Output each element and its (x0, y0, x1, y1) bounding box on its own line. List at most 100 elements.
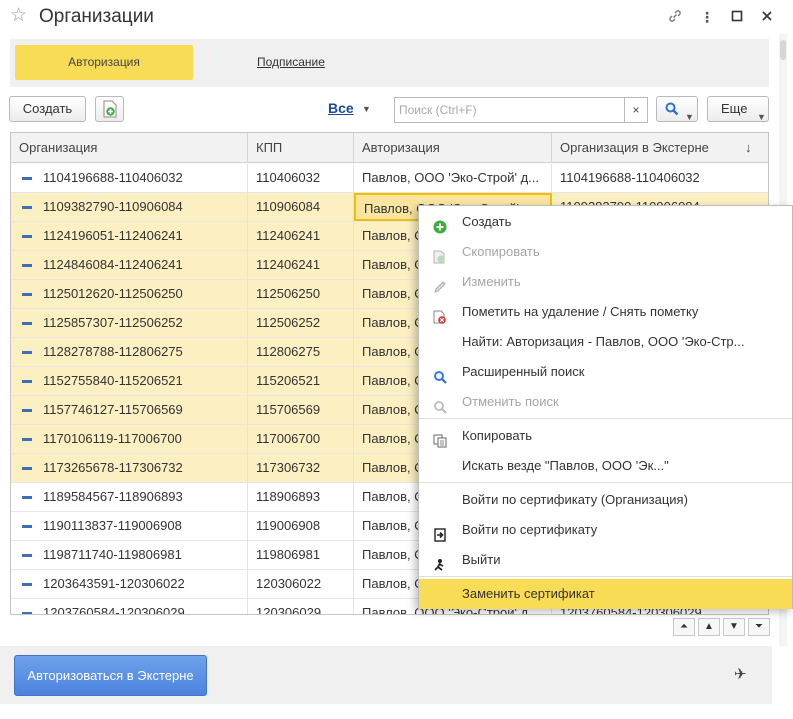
footer-bar: Авторизоваться в Экстерне ✈ (0, 646, 772, 704)
tab-signing[interactable]: Подписание (257, 45, 325, 80)
copy-doc-icon (433, 245, 447, 264)
cell-organization[interactable]: 1157746127-115706569 (11, 396, 248, 424)
cell-kpp[interactable]: 119006908 (248, 512, 354, 540)
cell-kpp[interactable]: 112406241 (248, 222, 354, 250)
cell-organization[interactable]: 1152755840-115206521 (11, 367, 248, 395)
scroll-down-button[interactable]: ▼ (723, 618, 745, 636)
login-icon (433, 523, 447, 542)
scroll-first-button[interactable]: ⏶ (673, 618, 695, 636)
cell-organization[interactable]: 1189584567-118906893 (11, 483, 248, 511)
context-menu-item[interactable]: Создать (419, 207, 792, 237)
cell-kpp[interactable]: 120306022 (248, 570, 354, 598)
context-menu-item-label: Расширенный поиск (462, 364, 585, 379)
cell-kpp[interactable]: 112506250 (248, 280, 354, 308)
cell-organization-text: 1124846084-112406241 (43, 257, 183, 272)
filter-all-link[interactable]: Все (328, 100, 354, 116)
cell-kpp[interactable]: 117306732 (248, 454, 354, 482)
cell-organization-text: 1203643591-120306022 (43, 576, 185, 591)
table-row[interactable]: 1104196688-110406032 110406032 Павлов, ООО… (11, 164, 768, 193)
context-menu-item-label: Отменить поиск (462, 394, 559, 409)
cell-kpp[interactable]: 112406241 (248, 251, 354, 279)
authorize-extern-button[interactable]: Авторизоваться в Экстерне (14, 655, 207, 696)
cell-kpp[interactable]: 110906084 (248, 193, 354, 221)
context-menu-item[interactable]: Пометить на удаление / Снять пометку (419, 297, 792, 327)
cell-organization[interactable]: 1198711740-119806981 (11, 541, 248, 569)
cell-kpp[interactable]: 115706569 (248, 396, 354, 424)
context-menu-item[interactable]: Войти по сертификату (419, 515, 792, 545)
cell-organization[interactable]: 1190113837-119006908 (11, 512, 248, 540)
cell-kpp[interactable]: 119806981 (248, 541, 354, 569)
column-header-authorization[interactable]: Авторизация (354, 133, 552, 163)
filter-caret-icon[interactable]: ▼ (362, 104, 371, 114)
cell-organization-text: 1128278788-112806275 (43, 344, 183, 359)
tab-authorization[interactable]: Авторизация (15, 45, 193, 80)
more-button[interactable]: Еще ▼ (707, 96, 769, 122)
cell-organization[interactable]: 1125012620-112506250 (11, 280, 248, 308)
context-menu-item[interactable]: Искать везде "Павлов, ООО 'Эк..." (419, 451, 792, 481)
record-marker-icon (22, 351, 32, 354)
context-menu-item[interactable]: Скопировать (419, 237, 792, 267)
advanced-search-icon (433, 365, 447, 384)
search-button[interactable]: ▼ (656, 96, 698, 122)
new-document-icon (103, 100, 116, 118)
link-icon[interactable] (666, 8, 684, 26)
column-header-kpp[interactable]: КПП (248, 133, 354, 163)
logout-icon (433, 553, 447, 571)
context-menu-item[interactable]: Изменить (419, 267, 792, 297)
context-menu-item[interactable]: Отменить поиск (419, 387, 792, 417)
create-button[interactable]: Создать (9, 96, 86, 122)
more-vertical-icon[interactable]: ⋮ (698, 8, 716, 26)
favorite-star-icon[interactable]: ☆ (10, 6, 27, 26)
cell-kpp[interactable]: 120306029 (248, 599, 354, 614)
cell-kpp[interactable]: 112806275 (248, 338, 354, 366)
cell-kpp[interactable]: 115206521 (248, 367, 354, 395)
cell-kpp[interactable]: 118906893 (248, 483, 354, 511)
send-icon[interactable]: ✈ (734, 665, 747, 683)
cell-extern-organization[interactable]: 1104196688-110406032 (552, 164, 768, 192)
cell-kpp[interactable]: 117006700 (248, 425, 354, 453)
cell-organization[interactable]: 1125857307-112506252 (11, 309, 248, 337)
copy-icon (433, 429, 447, 448)
window-scrollbar-thumb[interactable] (780, 40, 786, 60)
search-input[interactable]: Поиск (Ctrl+F) (394, 97, 624, 123)
cell-organization[interactable]: 1104196688-110406032 (11, 164, 248, 192)
cell-organization-text: 1124196051-112406241 (43, 228, 183, 243)
cell-organization[interactable]: 1203760584-120306029 (11, 599, 248, 614)
column-header-organization[interactable]: Организация (11, 133, 248, 163)
cell-organization[interactable]: 1124196051-112406241 (11, 222, 248, 250)
column-header-extern-label: Организация в Экстерне (560, 140, 709, 155)
cell-organization-text: 1157746127-115706569 (43, 402, 183, 417)
maximize-icon[interactable] (728, 8, 746, 26)
cell-organization-text: 1109382790-110906084 (43, 199, 183, 214)
cell-organization[interactable]: 1203643591-120306022 (11, 570, 248, 598)
close-icon[interactable] (758, 8, 776, 26)
context-menu-item[interactable]: Копировать (419, 421, 792, 451)
column-header-extern-organization[interactable]: Организация в Экстерне ↓ (552, 133, 768, 163)
context-menu-item[interactable]: Войти по сертификату (Организация) (419, 485, 792, 515)
cell-organization[interactable]: 1128278788-112806275 (11, 338, 248, 366)
context-menu: Создать Скопировать Изменить Пометить на уд… (418, 205, 793, 609)
cell-organization-text: 1173265678-117306732 (43, 460, 183, 475)
record-marker-icon (22, 583, 32, 586)
sort-desc-icon[interactable]: ↓ (745, 133, 752, 163)
scroll-last-button[interactable]: ⏷ (748, 618, 770, 636)
context-menu-item[interactable]: Расширенный поиск (419, 357, 792, 387)
scroll-up-button[interactable]: ▲ (698, 618, 720, 636)
create-copy-button[interactable] (95, 96, 124, 122)
more-caret-icon: ▼ (757, 112, 766, 122)
search-clear-button[interactable]: × (624, 97, 648, 123)
record-marker-icon (22, 293, 32, 296)
cell-kpp[interactable]: 110406032 (248, 164, 354, 192)
cell-organization[interactable]: 1124846084-112406241 (11, 251, 248, 279)
cell-organization[interactable]: 1109382790-110906084 (11, 193, 248, 221)
context-menu-item[interactable]: Выйти (419, 545, 792, 575)
cell-organization[interactable]: 1170106119-117006700 (11, 425, 248, 453)
cell-organization-text: 1170106119-117006700 (43, 431, 182, 446)
context-menu-item-label: Создать (462, 214, 512, 229)
cell-organization[interactable]: 1173265678-117306732 (11, 454, 248, 482)
context-menu-item[interactable]: Заменить сертификат (419, 579, 792, 609)
table-header: Организация КПП Авторизация Организация … (11, 133, 768, 163)
context-menu-item[interactable]: Найти: Авторизация - Павлов, ООО 'Эко-Ст… (419, 327, 792, 357)
cell-kpp[interactable]: 112506252 (248, 309, 354, 337)
cell-authorization[interactable]: Павлов, ООО 'Эко-Строй' д... (354, 164, 552, 192)
